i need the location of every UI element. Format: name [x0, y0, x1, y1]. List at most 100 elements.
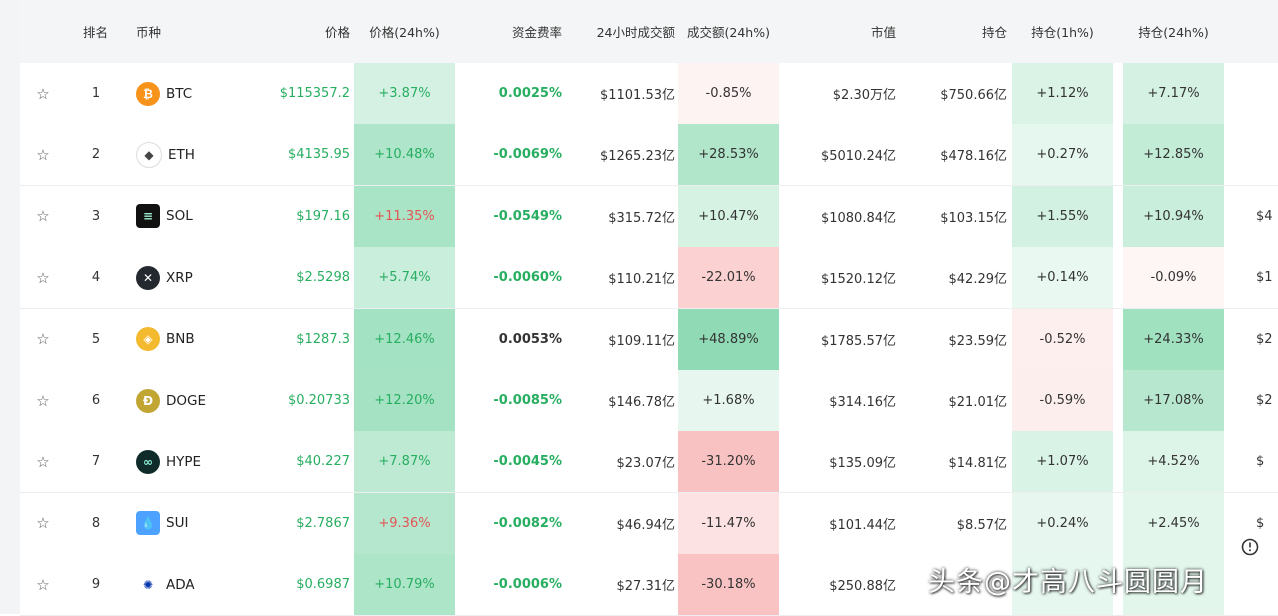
oi-1h-cell: +1.55%	[1012, 185, 1113, 247]
table-row[interactable]: ☆ 6 Ð DOGE $0.20733 +12.20% -0.0085% $146.78亿 +1…	[20, 370, 1278, 432]
market-cap-cell: $135.09亿	[829, 456, 896, 472]
price-cell: $115357.2	[279, 86, 350, 101]
oi-1h-cell: +1.12%	[1012, 63, 1113, 124]
header-volume-24h[interactable]: 24小时成交额	[565, 0, 675, 63]
coin-cell[interactable]: ◈ BNB	[136, 309, 246, 370]
clock-icon[interactable]	[1240, 537, 1260, 557]
overflow-cell	[1256, 554, 1278, 615]
price-change-cell: +7.87%	[354, 431, 455, 493]
cardano-icon: ✺	[136, 572, 160, 597]
header-open-interest[interactable]: 持仓	[900, 0, 1007, 63]
coin-symbol: DOGE	[166, 392, 207, 409]
watermark: 头条@才高八斗圆圆月	[928, 567, 1208, 598]
table-row[interactable]: ☆ 3 ≡ SOL $197.16 +11.35% -0.0549% $315.72亿 +10.…	[20, 185, 1278, 248]
volume-cell: $110.21亿	[608, 272, 675, 288]
volume-cell: $1101.53亿	[599, 88, 675, 103]
price-cell: $0.6987	[296, 577, 350, 593]
table-row[interactable]: ☆ 7 ∞ HYPE $40.227 +7.87% -0.0045% $23.07亿 -31.2…	[20, 431, 1278, 494]
header-price-change[interactable]: 价格(24h%)	[354, 0, 455, 63]
rank-cell: 9	[91, 577, 101, 593]
table-row[interactable]: ☆ 5 ◈ BNB $1287.3 +12.46% 0.0053% $109.11亿 +48.8…	[20, 308, 1278, 371]
favorite-star-icon[interactable]: ☆	[30, 63, 56, 124]
coin-cell[interactable]: ◆ ETH	[136, 124, 246, 185]
sui-icon: 💧	[136, 511, 160, 536]
price-change-cell: +9.36%	[354, 492, 455, 554]
funding-rate-cell: -0.0082%	[493, 515, 562, 531]
open-interest-cell: $8.57亿	[956, 517, 1007, 533]
rank-cell: 2	[91, 147, 101, 163]
coin-cell[interactable]: Ð DOGE	[136, 370, 246, 431]
price-cell: $0.20733	[287, 393, 350, 408]
header-price[interactable]: 价格	[250, 0, 350, 63]
coin-cell[interactable]: ∞ HYPE	[136, 431, 246, 492]
volume-change-cell: -31.20%	[678, 431, 779, 493]
volume-change-cell: -22.01%	[678, 247, 779, 309]
coin-cell[interactable]: 💧 SUI	[136, 493, 246, 554]
solana-icon: ≡	[136, 204, 160, 229]
header-market-cap[interactable]: 市值	[790, 0, 896, 63]
coin-symbol: BNB	[166, 331, 195, 348]
header-funding-rate[interactable]: 资金费率	[460, 0, 562, 63]
price-cell: $197.16	[296, 208, 350, 224]
oi-24h-cell: +10.94%	[1123, 185, 1224, 247]
header-oi-1h[interactable]: 持仓(1h%)	[1012, 0, 1113, 63]
oi-24h-cell: +12.85%	[1123, 124, 1224, 186]
oi-24h-cell: +2.45%	[1123, 492, 1224, 554]
coin-symbol: BTC	[166, 85, 193, 102]
market-cap-cell: $5010.24亿	[820, 149, 896, 165]
table-row[interactable]: ☆ 4 ✕ XRP $2.5298 +5.74% -0.0060% $110.21亿 -22.0…	[20, 247, 1278, 310]
rank-cell: 8	[91, 515, 101, 531]
volume-change-cell: -0.85%	[678, 63, 779, 124]
rank-cell: 3	[91, 208, 101, 224]
funding-rate-cell: -0.0085%	[493, 393, 562, 408]
volume-cell: $23.07亿	[616, 456, 676, 472]
header-rank[interactable]: 排名	[83, 0, 133, 63]
open-interest-cell: $23.59亿	[948, 333, 1008, 349]
header-volume-change[interactable]: 成交额(24h%)	[678, 0, 779, 63]
favorite-star-icon[interactable]: ☆	[30, 124, 56, 185]
coin-cell[interactable]: ✺ ADA	[136, 554, 246, 615]
coin-cell[interactable]: ≡ SOL	[136, 186, 246, 247]
coin-cell[interactable]: ₿ BTC	[136, 63, 246, 124]
favorite-star-icon[interactable]: ☆	[30, 186, 56, 247]
coin-cell[interactable]: ✕ XRP	[136, 247, 246, 308]
header-coin[interactable]: 币种	[136, 0, 196, 63]
favorite-star-icon[interactable]: ☆	[30, 493, 56, 554]
hype-icon: ∞	[136, 449, 160, 474]
price-change-cell: +5.74%	[354, 247, 455, 309]
rank-cell: 7	[91, 454, 101, 470]
favorite-star-icon[interactable]: ☆	[30, 370, 56, 431]
table-row[interactable]: ☆ 8 💧 SUI $2.7867 +9.36% -0.0082% $46.94亿 -11.47…	[20, 492, 1278, 555]
favorite-star-icon[interactable]: ☆	[30, 309, 56, 370]
xrp-icon: ✕	[136, 265, 160, 290]
left-gutter	[0, 0, 20, 614]
open-interest-cell: $478.16亿	[940, 149, 1007, 165]
open-interest-cell: $21.01亿	[948, 395, 1008, 410]
volume-cell: $109.11亿	[608, 333, 675, 349]
favorite-star-icon[interactable]: ☆	[30, 554, 56, 615]
market-cap-cell: $1785.57亿	[820, 333, 896, 349]
price-change-cell: +10.79%	[354, 554, 455, 616]
open-interest-cell: $103.15亿	[940, 210, 1007, 226]
market-cap-cell: $101.44亿	[829, 517, 896, 533]
coin-symbol: HYPE	[166, 453, 202, 470]
funding-rate-cell: -0.0060%	[493, 270, 562, 286]
funding-rate-cell: -0.0069%	[493, 147, 562, 163]
overflow-cell: $	[1256, 454, 1265, 470]
rank-cell: 6	[91, 393, 101, 408]
volume-cell: $315.72亿	[608, 210, 675, 226]
overflow-cell	[1256, 124, 1278, 185]
header-oi-24h[interactable]: 持仓(24h%)	[1123, 0, 1224, 63]
favorite-star-icon[interactable]: ☆	[30, 247, 56, 308]
oi-1h-cell: -0.52%	[1012, 308, 1113, 370]
doge-icon: Ð	[136, 388, 160, 413]
table-header: 排名 币种 价格 价格(24h%) 资金费率 24小时成交额 成交额(24h%)…	[20, 0, 1278, 64]
price-change-cell: +12.46%	[354, 308, 455, 370]
oi-24h-cell: +17.08%	[1123, 370, 1224, 431]
table-row[interactable]: ☆ 1 ₿ BTC $115357.2 +3.87% 0.0025% $1101.53亿 -0.…	[20, 63, 1278, 125]
oi-1h-cell: +0.24%	[1012, 492, 1113, 554]
favorite-star-icon[interactable]: ☆	[30, 431, 56, 492]
table-row[interactable]: ☆ 2 ◆ ETH $4135.95 +10.48% -0.0069% $1265.23亿 +2…	[20, 124, 1278, 187]
price-cell: $2.5298	[296, 270, 350, 286]
volume-change-cell: +10.47%	[678, 185, 779, 247]
